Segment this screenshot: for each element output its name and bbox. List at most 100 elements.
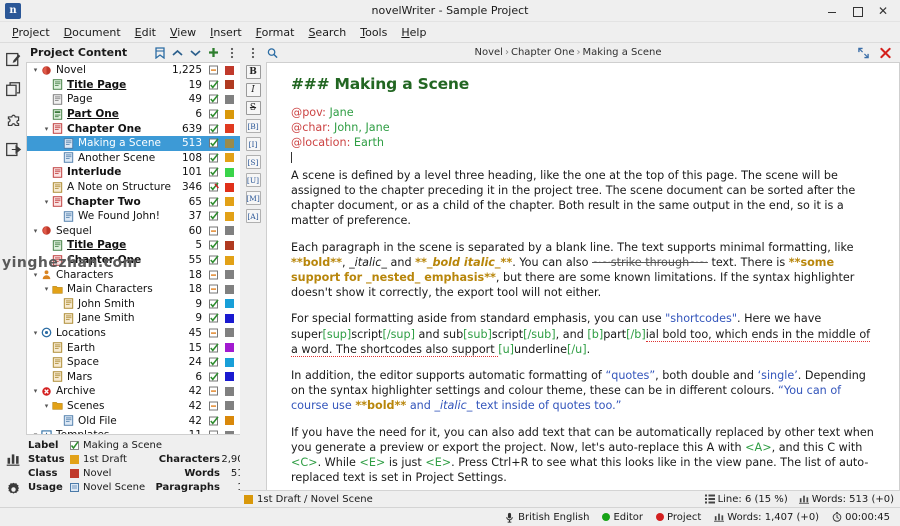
shortcode-underline-button[interactable]: [U] [245, 173, 261, 187]
tree-row-selected[interactable]: Making a Scene 513 [27, 135, 240, 151]
documents-view-icon[interactable] [3, 79, 23, 99]
close-button[interactable]: ✕ [877, 5, 889, 17]
tree-item-include-checkbox[interactable] [207, 109, 221, 119]
menu-help[interactable]: Help [394, 24, 433, 41]
expand-collapse-arrow-icon[interactable]: ▾ [42, 402, 51, 410]
menu-project[interactable]: Project [5, 24, 57, 41]
shortcode-strike-button[interactable]: [S] [245, 155, 261, 169]
tree-row[interactable]: ▾ Sequel 60 [27, 224, 240, 239]
menu-document[interactable]: Document [57, 24, 128, 41]
shortcode-italic-button[interactable]: [I] [245, 137, 261, 151]
add-document-icon[interactable] [208, 46, 219, 59]
tree-row[interactable]: A Note on Structure 346 [27, 180, 240, 195]
tree-row[interactable]: ▾ Chapter One 639 [27, 121, 240, 136]
tree-row[interactable]: We Found John! 37 [27, 209, 240, 224]
tree-item-include-checkbox[interactable] [207, 80, 221, 90]
document-editor[interactable]: ### Making a Scene @pov: Jane @char: Joh… [266, 62, 900, 490]
menu-insert[interactable]: Insert [203, 24, 249, 41]
breadcrumb-item-0[interactable]: Novel [475, 47, 503, 58]
tree-item-include-checkbox[interactable] [207, 386, 221, 396]
tree-item-include-checkbox[interactable] [207, 197, 221, 207]
expand-collapse-arrow-icon[interactable]: ▾ [31, 329, 40, 337]
tree-item-include-checkbox[interactable] [207, 270, 221, 280]
shortcode-bold-button[interactable]: [B] [245, 119, 261, 133]
minimize-button[interactable] [827, 5, 839, 17]
tree-item-include-checkbox[interactable] [207, 284, 221, 294]
stats-icon[interactable] [3, 449, 23, 469]
tree-row[interactable]: Part One 6 [27, 107, 240, 122]
more-options-icon[interactable] [247, 46, 258, 59]
language-indicator[interactable]: British English [504, 512, 589, 523]
tree-row[interactable]: ▾ Main Characters 18 [27, 282, 240, 297]
tree-row[interactable]: Old File 42 [27, 413, 240, 428]
tree-item-include-checkbox[interactable] [207, 357, 221, 367]
italic-button[interactable]: I [245, 83, 261, 97]
tree-item-include-checkbox[interactable] [207, 415, 221, 426]
editor-save-indicator[interactable]: Editor [602, 512, 643, 523]
tree-row[interactable]: Chapter One 55 [27, 253, 240, 268]
tree-item-include-checkbox[interactable] [207, 372, 221, 382]
expand-collapse-arrow-icon[interactable]: ▾ [31, 227, 40, 235]
menu-edit[interactable]: Edit [128, 24, 163, 41]
project-save-indicator[interactable]: Project [656, 512, 701, 523]
tree-item-include-checkbox[interactable] [207, 255, 221, 265]
tree-item-include-checkbox[interactable] [207, 94, 221, 104]
tree-item-include-checkbox[interactable] [207, 138, 221, 148]
bold-button[interactable]: B [245, 65, 261, 79]
tree-item-include-checkbox[interactable] [207, 299, 221, 309]
tree-row[interactable]: ▾ Characters 18 [27, 267, 240, 282]
tree-row[interactable]: Mars 6 [27, 369, 240, 384]
expand-collapse-arrow-icon[interactable]: ▾ [31, 387, 40, 395]
menu-view[interactable]: View [163, 24, 203, 41]
breadcrumb-item-2[interactable]: Making a Scene [583, 47, 662, 58]
tree-item-include-checkbox[interactable] [207, 313, 221, 323]
expand-collapse-arrow-icon[interactable]: ▾ [31, 271, 40, 279]
expand-collapse-arrow-icon[interactable]: ▾ [42, 285, 51, 293]
strikethrough-button[interactable]: S [245, 101, 261, 115]
editor-view-icon[interactable] [3, 49, 23, 69]
menu-search[interactable]: Search [301, 24, 353, 41]
tree-item-include-checkbox[interactable] [207, 401, 221, 411]
expand-collapse-arrow-icon[interactable]: ▾ [31, 66, 40, 74]
tree-item-include-checkbox[interactable] [207, 167, 221, 177]
build-export-icon[interactable] [3, 139, 23, 159]
tree-row[interactable]: ▾ Novel 1,225 [27, 63, 240, 78]
bookmark-icon[interactable] [154, 46, 165, 59]
tree-item-include-checkbox[interactable] [207, 124, 221, 134]
tree-row[interactable]: Title Page 19 [27, 78, 240, 93]
project-tree[interactable]: ▾ Novel 1,225 Title Page 19 Page 49 Part One 6 ▾ C… [26, 62, 240, 435]
search-icon[interactable] [267, 46, 278, 59]
shortcode-mark-button[interactable]: [M] [245, 191, 261, 205]
tree-item-include-checkbox[interactable] [207, 240, 221, 250]
tree-item-include-checkbox[interactable] [207, 343, 221, 353]
tree-row[interactable]: John Smith 9 [27, 297, 240, 312]
tree-item-include-checkbox[interactable] [207, 211, 221, 221]
expand-editor-icon[interactable] [858, 46, 869, 59]
tree-row[interactable]: Title Page 5 [27, 238, 240, 253]
tree-item-include-checkbox[interactable] [207, 430, 221, 434]
tree-row[interactable]: ▾ Chapter Two 65 [27, 194, 240, 209]
expand-collapse-arrow-icon[interactable]: ▾ [42, 125, 51, 133]
tree-row[interactable]: Earth 15 [27, 340, 240, 355]
tree-row[interactable]: Page 49 [27, 92, 240, 107]
maximize-button[interactable] [852, 5, 864, 17]
more-options-icon[interactable] [226, 46, 237, 59]
tree-row[interactable]: Jane Smith 9 [27, 311, 240, 326]
settings-gear-icon[interactable] [3, 479, 23, 499]
tree-row[interactable]: Another Scene 108 [27, 151, 240, 166]
outline-view-icon[interactable] [3, 109, 23, 129]
expand-collapse-arrow-icon[interactable]: ▾ [42, 198, 51, 206]
tree-row[interactable]: ▾ Locations 45 [27, 326, 240, 341]
menu-tools[interactable]: Tools [353, 24, 394, 41]
tree-row[interactable]: Interlude 101 [27, 165, 240, 180]
move-down-icon[interactable] [190, 46, 201, 59]
tree-row[interactable]: ▾ Archive 42 [27, 384, 240, 399]
tree-row[interactable]: ▾ Templates11 [27, 428, 240, 434]
tree-row[interactable]: Space 24 [27, 355, 240, 370]
tree-item-include-checkbox[interactable] [207, 182, 221, 192]
close-document-icon[interactable] [880, 46, 891, 59]
expand-collapse-arrow-icon[interactable]: ▾ [31, 431, 40, 434]
move-up-icon[interactable] [172, 46, 183, 59]
tree-item-include-checkbox[interactable] [207, 226, 221, 236]
tree-item-include-checkbox[interactable] [207, 65, 221, 75]
